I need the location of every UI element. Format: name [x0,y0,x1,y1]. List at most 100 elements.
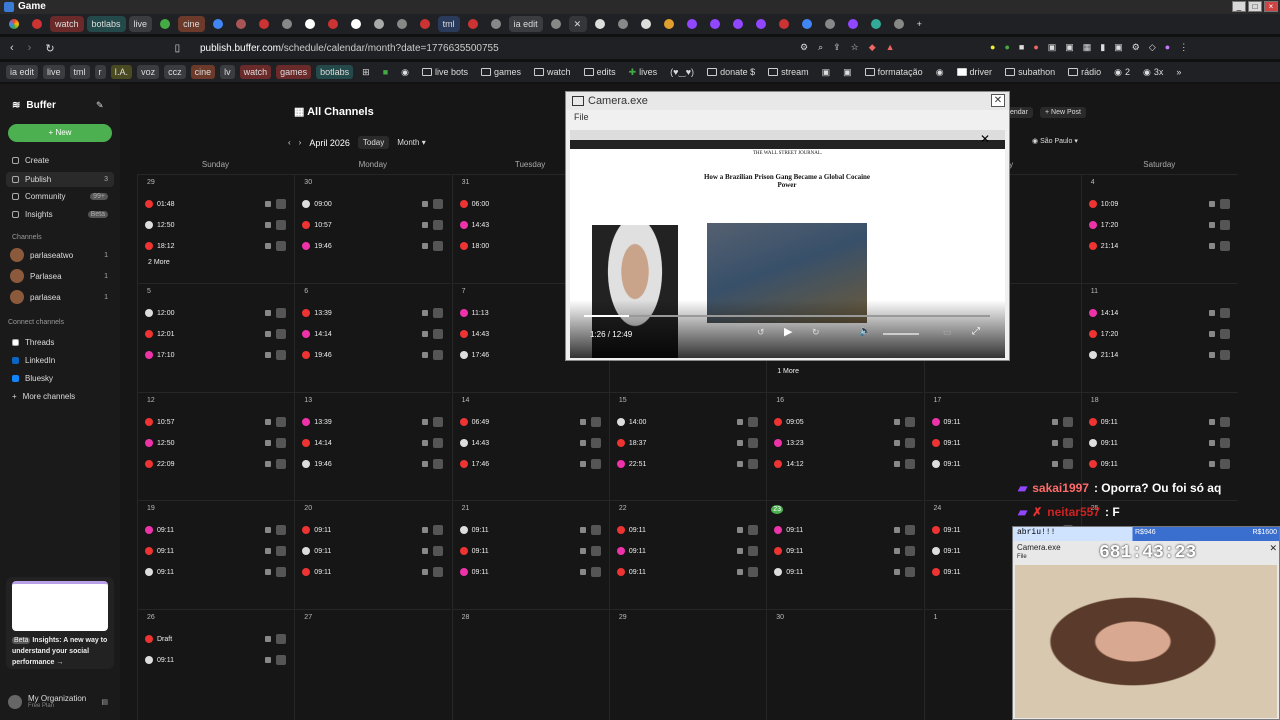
scheduled-post[interactable]: 09:11 [774,565,917,579]
tab-watch[interactable]: watch [50,16,84,32]
prev-month-icon[interactable]: ‹ [288,138,291,147]
bookmark-item[interactable]: games [276,65,312,79]
promo-card[interactable]: Beta Insights: A new way to understand y… [6,577,114,669]
calendar-day-cell[interactable]: 20 09:11 09:11 09:11 [294,500,452,609]
seek-bar[interactable] [584,315,990,317]
bookmark-folder[interactable]: rádio [1064,65,1105,79]
tab-ia-edit[interactable]: ia edit [508,16,543,32]
bookmark-item[interactable]: botlabs [316,65,354,79]
nav-publish[interactable]: Publish 3 [6,172,114,187]
extension-icon[interactable]: ▣ [1048,42,1057,53]
tab-icon[interactable] [208,16,228,32]
tab-icon[interactable] [636,16,656,32]
tab-icon[interactable] [392,16,412,32]
nav-community[interactable]: Community 99+ [12,192,120,201]
scheduled-post[interactable]: 09:11 [145,523,288,537]
scheduled-post[interactable]: 09:11 [302,565,445,579]
bookmark-icon[interactable]: ■ [379,65,392,79]
scheduled-post[interactable]: 13:39 [302,306,445,320]
scheduled-post[interactable]: 22:51 [616,457,760,471]
tab-live[interactable]: live [128,16,153,32]
menu-icon[interactable]: ⋮ [1179,42,1188,53]
extension-icon[interactable]: ● [1004,42,1009,53]
extension-icon[interactable]: ▣ [1114,42,1123,53]
scheduled-post[interactable]: 09:11 [459,565,603,579]
bookmark-folder[interactable]: stream [764,65,813,79]
bookmark-folder[interactable]: formatação [861,65,927,79]
scheduled-post[interactable]: 10:09 [1088,197,1232,211]
calendar-day-cell[interactable]: 21 09:11 09:11 09:11 [451,500,609,609]
bookmark-icon[interactable]: ◉ [932,65,948,79]
tab-icon[interactable] [415,16,435,32]
calendar-day-cell[interactable]: 22 09:11 09:11 09:11 [608,500,766,609]
tab-icon[interactable] [751,16,771,32]
star-icon[interactable]: ☆ [851,42,859,53]
today-button[interactable]: Today [357,136,390,149]
bookmark-folder[interactable]: ◉ 3x [1139,65,1167,79]
connect-more[interactable]: + More channels [12,392,75,401]
calendar-day-cell[interactable]: 11 14:14 17:20 21:14 [1080,283,1238,392]
calendar-day-cell[interactable]: 29 01:48 12:50 18:12 2 More [137,174,294,283]
bookmark-folder[interactable]: live bots [418,65,472,79]
timezone-select[interactable]: ◉ São Paulo ▾ [1032,137,1078,145]
tab-icon[interactable] [546,16,566,32]
scheduled-post[interactable]: 14:14 [1088,306,1232,320]
scheduled-post[interactable]: 12:01 [145,327,288,341]
minimize-button[interactable]: _ [1232,1,1246,12]
scheduled-post[interactable]: 09:05 [774,415,917,429]
view-select[interactable]: Month ▾ [397,138,425,147]
scheduled-post[interactable]: 21:14 [1088,348,1232,362]
scheduled-post[interactable]: Draft [145,632,288,646]
scheduled-post[interactable]: 19:46 [302,348,445,362]
tab-icon[interactable] [613,16,633,32]
scheduled-post[interactable]: 12:50 [145,436,288,450]
tab-icon[interactable] [486,16,506,32]
scheduled-post[interactable]: 01:48 [145,197,288,211]
scheduled-post[interactable]: 09:11 [616,565,760,579]
collapse-icon[interactable]: ▤ [101,698,108,706]
extension-icon[interactable]: ▦ [1083,42,1092,53]
tab-icon[interactable] [463,16,483,32]
scheduled-post[interactable]: 19:46 [302,239,445,253]
scheduled-post[interactable]: 09:11 [145,544,288,558]
connect-bluesky[interactable]: Bluesky [12,374,53,383]
address-bar[interactable]: publish.buffer.com/schedule/calendar/mon… [200,41,790,57]
tab-icon[interactable] [323,16,343,32]
scheduled-post[interactable]: 12:50 [145,218,288,232]
scheduled-post[interactable]: 17:46 [459,457,603,471]
new-tab-button[interactable]: + [912,16,930,32]
bookmark-folder[interactable]: watch [530,65,575,79]
scheduled-post[interactable]: 09:11 [774,523,917,537]
tab-icon[interactable] [27,16,47,32]
more-bookmarks-icon[interactable]: » [1172,65,1185,79]
fullscreen-icon[interactable]: ⤢ [972,326,980,337]
calendar-day-cell[interactable]: 30 09:00 10:57 19:46 [294,174,452,283]
sidebar-icon[interactable]: ▮ [1100,42,1105,53]
scheduled-post[interactable]: 09:11 [616,544,760,558]
volume-slider[interactable] [883,333,919,335]
calendar-day-cell[interactable]: 29 [608,609,766,720]
scheduled-post[interactable]: 10:57 [302,218,445,232]
tab-icon[interactable] [254,16,274,32]
tab-icon[interactable] [300,16,320,32]
scheduled-post[interactable]: 09:00 [302,197,445,211]
scheduled-post[interactable]: 22:09 [145,457,288,471]
calendar-day-cell[interactable]: 12 10:57 12:50 22:09 [137,392,294,500]
volume-icon[interactable]: 🔈 [859,326,871,337]
scheduled-post[interactable]: 19:46 [302,457,445,471]
scheduled-post[interactable]: 09:11 [145,565,288,579]
scheduled-post[interactable]: 09:11 [931,436,1075,450]
more-posts-link[interactable]: 2 More [148,259,170,266]
scheduled-post[interactable]: 06:49 [459,415,603,429]
new-button[interactable]: + New [8,124,112,142]
bookmark-folder[interactable]: driver [953,65,997,79]
rewind-icon[interactable]: ↺ [757,327,765,338]
scheduled-post[interactable]: 09:11 [302,523,445,537]
close-icon[interactable]: ✕ [991,94,1005,107]
scheduled-post[interactable]: 18:37 [616,436,760,450]
share-icon[interactable]: ⇪ [833,42,841,53]
connect-threads[interactable]: Threads [12,338,54,347]
calendar-day-cell[interactable]: 16 09:05 13:23 14:12 [766,392,924,500]
channel-item[interactable]: Parlasea 1 [10,269,120,283]
extension-icon[interactable]: ◇ [1149,42,1156,53]
